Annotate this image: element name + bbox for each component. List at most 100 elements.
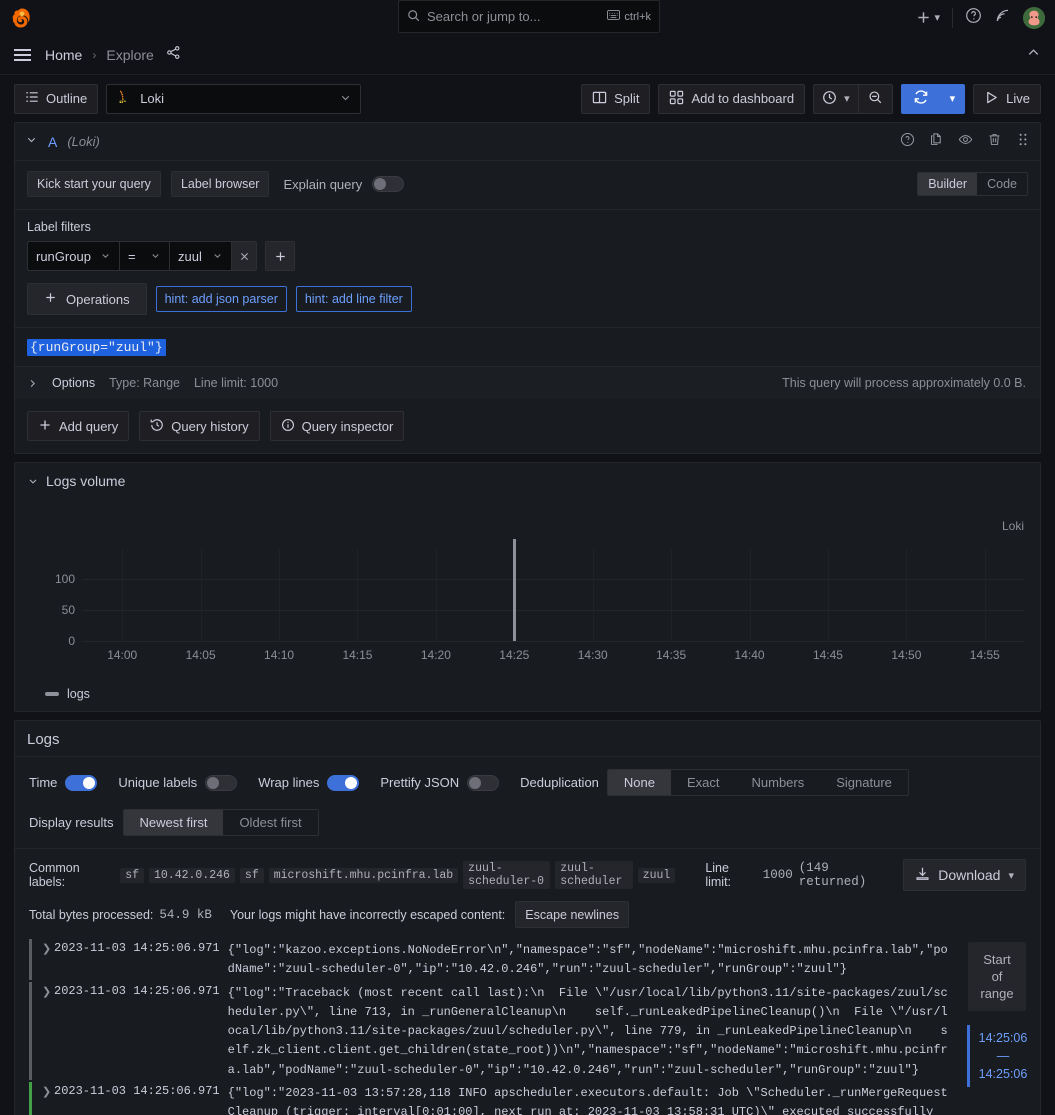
chart-bar[interactable] <box>512 539 516 641</box>
common-label-chip[interactable]: 10.42.0.246 <box>149 867 235 883</box>
help-circle-icon[interactable] <box>900 132 915 152</box>
trash-delete-icon[interactable] <box>987 132 1002 152</box>
chart-gridline-horizontal <box>83 579 1024 581</box>
time-toggle[interactable] <box>65 774 98 791</box>
split-button[interactable]: Split <box>581 83 651 114</box>
rss-news-icon[interactable] <box>994 7 1011 29</box>
legend-label-logs[interactable]: logs <box>67 687 90 701</box>
chevron-right-icon[interactable] <box>27 378 38 389</box>
chevron-right-icon[interactable]: ❯ <box>42 939 54 955</box>
chevron-up-icon[interactable] <box>1026 45 1045 65</box>
add-to-dashboard-button[interactable]: Add to dashboard <box>658 83 806 114</box>
datasource-picker[interactable]: Loki <box>106 83 362 114</box>
logs-volume-panel: Logs volume Loki 0 50 100 14:00 14:05 14:10 14… <box>14 462 1041 712</box>
chart-x-tick-label: 14:50 <box>891 648 922 662</box>
refresh-button[interactable] <box>900 83 940 114</box>
display-newest-first[interactable]: Newest first <box>123 810 224 835</box>
chart-gridline-vertical <box>435 549 437 641</box>
dedup-option-signature[interactable]: Signature <box>820 770 908 795</box>
duplicate-query-icon[interactable] <box>929 132 944 152</box>
unique-labels-toggle[interactable] <box>205 774 238 791</box>
common-label-chip[interactable]: microshift.mhu.pcinfra.lab <box>268 867 459 883</box>
query-expression-text[interactable]: {runGroup="zuul"} <box>27 339 166 356</box>
log-row[interactable]: ❯ 2023-11-03 14:25:06.971 {"log":"Traceb… <box>29 981 948 1081</box>
common-label-chip[interactable]: zuul <box>637 867 676 883</box>
operations-button[interactable]: Operations <box>27 283 147 315</box>
query-options-label[interactable]: Options <box>52 376 95 390</box>
label-filter-0: runGroup = zuul <box>27 241 257 271</box>
chevron-right-icon[interactable]: ❯ <box>42 1082 54 1098</box>
live-tail-button[interactable]: Live <box>973 83 1041 114</box>
kick-start-query-button[interactable]: Kick start your query <box>27 171 161 197</box>
avatar[interactable] <box>1023 6 1045 29</box>
query-letter[interactable]: A <box>48 134 57 150</box>
breadcrumb-item-explore[interactable]: Explore <box>106 47 153 63</box>
split-panes-icon <box>592 90 607 108</box>
new-item-button[interactable]: ▾ <box>916 10 940 25</box>
log-timestamp: 2023-11-03 14:25:06.971 <box>54 983 220 998</box>
explain-query-toggle[interactable] <box>372 176 405 192</box>
hint-add-json-parser[interactable]: hint: add json parser <box>155 286 287 312</box>
dedup-option-numbers[interactable]: Numbers <box>736 770 821 795</box>
label-filter-value-select[interactable]: zuul <box>169 241 231 271</box>
unique-labels-option: Unique labels <box>118 774 238 791</box>
label-filter-operator-select[interactable]: = <box>119 241 169 271</box>
chart-plot-area[interactable]: 0 50 100 14:00 14:05 14:10 14:15 14:20 14:25 14:3… <box>55 539 1024 662</box>
label-filter-key-select[interactable]: runGroup <box>27 241 119 271</box>
dedup-option-none[interactable]: None <box>607 770 671 795</box>
hamburger-menu-icon[interactable] <box>10 45 35 65</box>
display-results-label: Display results <box>29 815 114 830</box>
kick-start-label: Kick start your query <box>37 177 151 191</box>
breadcrumb-item-home[interactable]: Home <box>45 47 82 63</box>
deduplication-label: Deduplication <box>520 775 599 790</box>
chevron-down-icon[interactable] <box>25 133 38 151</box>
add-label-filter-button[interactable] <box>265 241 295 271</box>
editor-mode-builder[interactable]: Builder <box>918 173 978 195</box>
keyboard-icon <box>607 10 621 23</box>
escape-newlines-button[interactable]: Escape newlines <box>515 901 630 928</box>
dedup-option-exact[interactable]: Exact <box>671 770 736 795</box>
zoom-out-button[interactable] <box>857 83 893 114</box>
global-search-input[interactable]: Search or jump to... ctrl+k <box>398 0 660 33</box>
share-nodes-icon[interactable] <box>166 45 181 65</box>
refresh-interval-dropdown[interactable]: ▾ <box>939 83 966 114</box>
toggle-visibility-eye-icon[interactable] <box>958 132 973 152</box>
help-circle-icon[interactable] <box>965 7 982 29</box>
query-history-button[interactable]: Query history <box>139 411 260 441</box>
chart-x-tick-label: 14:05 <box>185 648 216 662</box>
label-browser-button[interactable]: Label browser <box>170 171 270 197</box>
common-label-chip[interactable]: zuul-scheduler-0 <box>463 861 551 889</box>
logs-panel-title: Logs <box>27 731 60 748</box>
common-label-chip[interactable]: zuul-scheduler <box>555 861 633 889</box>
wrap-lines-toggle[interactable] <box>327 774 360 791</box>
chart-series-label: Loki <box>1001 519 1024 533</box>
chevron-down-icon: ▾ <box>949 93 956 105</box>
chart-x-tick-label: 14:45 <box>812 648 843 662</box>
logs-volume-header[interactable]: Logs volume <box>15 463 1040 493</box>
grafana-logo-icon[interactable] <box>10 6 34 30</box>
hint-add-line-filter[interactable]: hint: add line filter <box>295 286 412 312</box>
prettify-json-toggle[interactable] <box>467 774 500 791</box>
display-oldest-first[interactable]: Oldest first <box>223 810 317 835</box>
download-button[interactable]: Download ▾ <box>903 859 1026 891</box>
outline-button[interactable]: Outline <box>14 83 99 114</box>
chart-x-tick-label: 14:30 <box>577 648 608 662</box>
chart-gridline-vertical <box>357 549 359 641</box>
search-shortcut-hint: ctrl+k <box>607 10 651 23</box>
escaped-content-warning: Your logs might have incorrectly escaped… <box>229 907 506 922</box>
time-picker-button[interactable]: ▾ <box>813 83 858 114</box>
add-query-button[interactable]: Add query <box>27 411 130 441</box>
log-row[interactable]: ❯ 2023-11-03 14:25:06.971 {"log":"2023-1… <box>29 1081 948 1115</box>
start-of-range-badge: Start of range <box>968 942 1026 1011</box>
chevron-down-icon: ▾ <box>1008 869 1014 882</box>
chevron-right-icon[interactable]: ❯ <box>42 982 54 998</box>
common-label-chip[interactable]: sf <box>120 867 144 883</box>
drag-handle-icon[interactable] <box>1016 132 1030 152</box>
log-row[interactable]: ❯ 2023-11-03 14:25:06.971 {"log":"kazoo.… <box>29 938 948 981</box>
common-label-chip[interactable]: sf <box>239 867 264 883</box>
chart-x-tick-label: 14:00 <box>107 648 138 662</box>
remove-label-filter-button[interactable] <box>231 241 257 271</box>
query-inspector-button[interactable]: Query inspector <box>269 411 405 441</box>
editor-mode-code[interactable]: Code <box>977 173 1027 195</box>
label-filter-operator: = <box>128 248 136 264</box>
